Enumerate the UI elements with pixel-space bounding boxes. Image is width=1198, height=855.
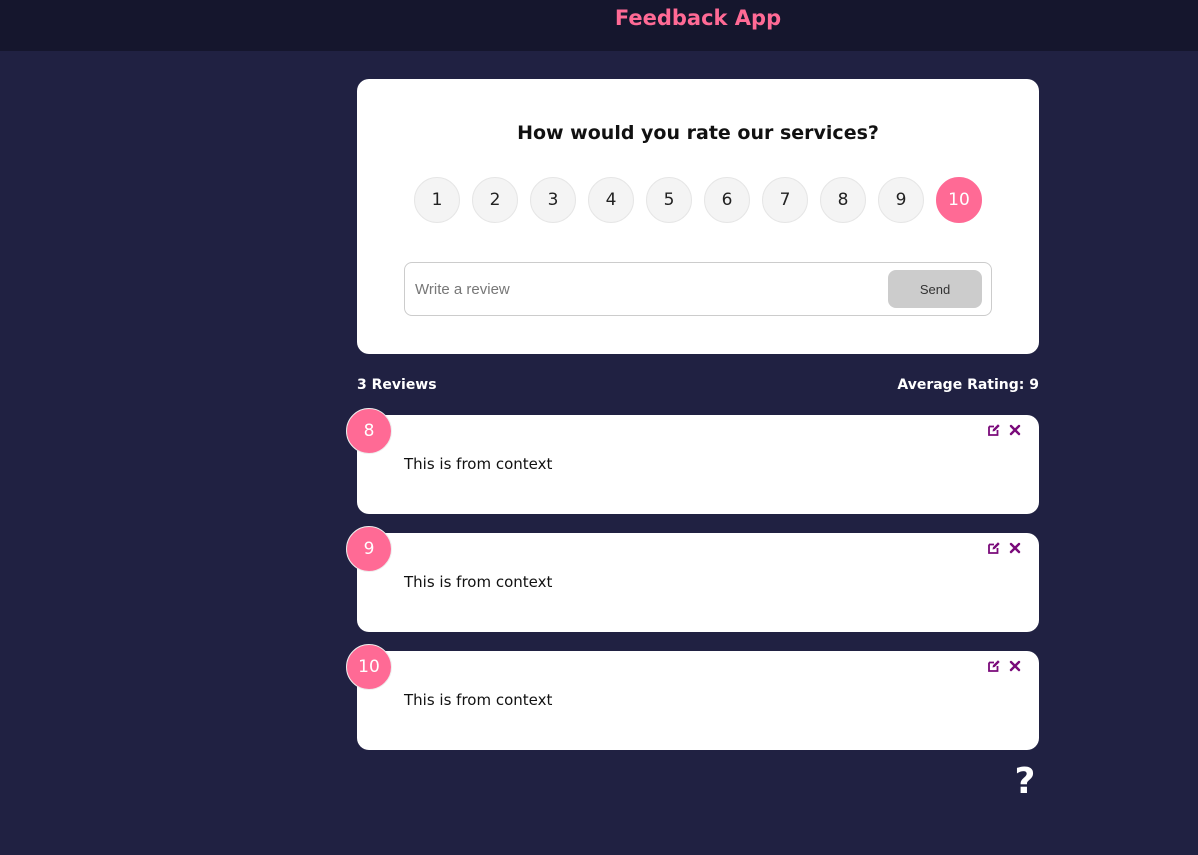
app-header: Feedback App bbox=[0, 0, 1198, 51]
rating-option-4[interactable]: 4 bbox=[588, 177, 634, 223]
rating-option-1[interactable]: 1 bbox=[414, 177, 460, 223]
review-form: Send bbox=[404, 262, 992, 316]
delete-feedback-button[interactable] bbox=[1007, 541, 1023, 557]
feedback-rating-badge: 8 bbox=[346, 408, 392, 454]
rating-options: 1 2 3 4 5 6 7 8 9 10 bbox=[357, 177, 1039, 223]
edit-feedback-button[interactable] bbox=[986, 541, 1002, 557]
close-icon bbox=[1009, 424, 1021, 439]
rating-question: How would you rate our services? bbox=[517, 122, 879, 144]
rating-option-5[interactable]: 5 bbox=[646, 177, 692, 223]
feedback-text: This is from context bbox=[404, 455, 553, 473]
rating-option-3[interactable]: 3 bbox=[530, 177, 576, 223]
edit-feedback-button[interactable] bbox=[986, 659, 1002, 675]
app-title: Feedback App bbox=[614, 6, 782, 30]
rating-option-8[interactable]: 8 bbox=[820, 177, 866, 223]
close-icon bbox=[1009, 542, 1021, 557]
feedback-form-card: How would you rate our services? 1 2 3 4… bbox=[357, 79, 1039, 354]
edit-icon bbox=[987, 659, 1001, 676]
edit-icon bbox=[987, 541, 1001, 558]
feedback-text: This is from context bbox=[404, 573, 553, 591]
help-button[interactable]: ? bbox=[1004, 761, 1046, 803]
feedback-stats: 3 Reviews Average Rating: 9 bbox=[357, 374, 1039, 396]
feedback-item: 8 This is from context bbox=[346, 408, 1039, 514]
rating-option-10[interactable]: 10 bbox=[936, 177, 982, 223]
question-icon: ? bbox=[1014, 761, 1036, 802]
review-input[interactable] bbox=[406, 264, 876, 314]
rating-option-7[interactable]: 7 bbox=[762, 177, 808, 223]
rating-option-9[interactable]: 9 bbox=[878, 177, 924, 223]
delete-feedback-button[interactable] bbox=[1007, 423, 1023, 439]
close-icon bbox=[1009, 660, 1021, 675]
feedback-item: 9 This is from context bbox=[346, 526, 1039, 632]
feedback-rating-badge: 9 bbox=[346, 526, 392, 572]
rating-option-6[interactable]: 6 bbox=[704, 177, 750, 223]
average-rating: Average Rating: 9 bbox=[897, 377, 1039, 393]
send-button[interactable]: Send bbox=[888, 270, 982, 308]
delete-feedback-button[interactable] bbox=[1007, 659, 1023, 675]
review-count: 3 Reviews bbox=[357, 377, 437, 393]
feedback-rating-badge: 10 bbox=[346, 644, 392, 690]
edit-feedback-button[interactable] bbox=[986, 423, 1002, 439]
edit-icon bbox=[987, 423, 1001, 440]
feedback-item: 10 This is from context bbox=[346, 644, 1039, 750]
feedback-text: This is from context bbox=[404, 691, 553, 709]
rating-option-2[interactable]: 2 bbox=[472, 177, 518, 223]
